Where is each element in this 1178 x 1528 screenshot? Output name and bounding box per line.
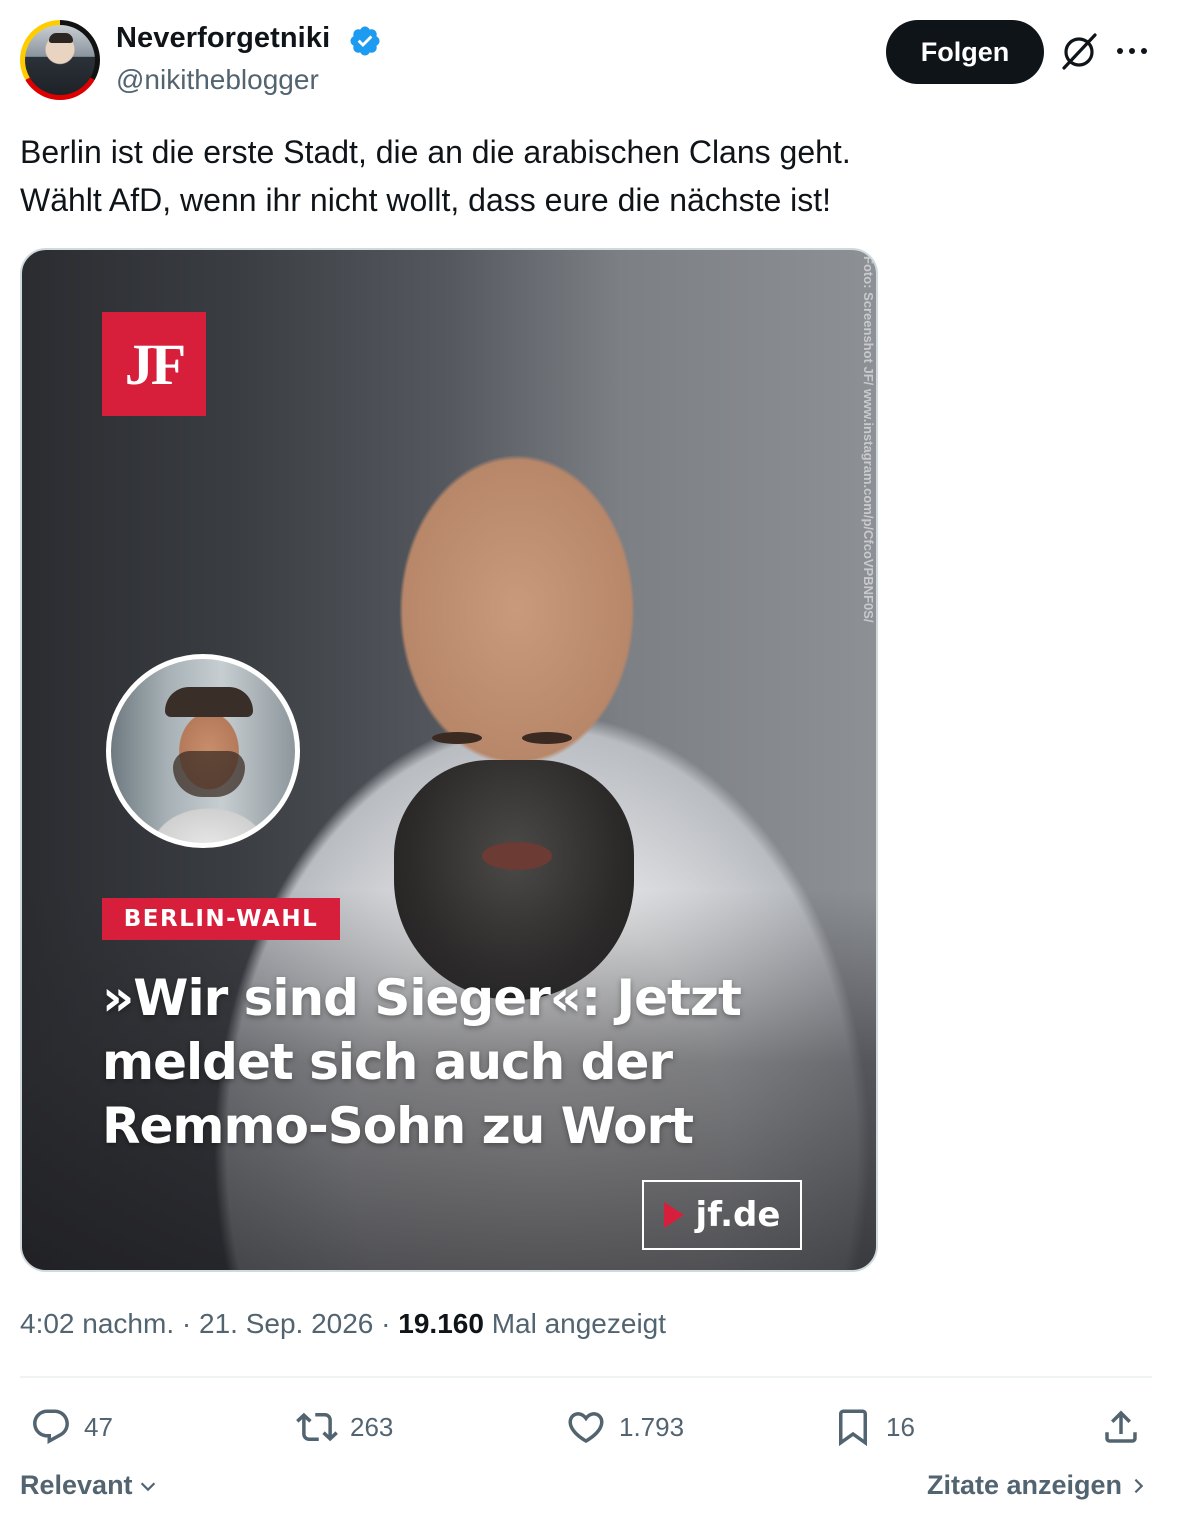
verified-badge-icon[interactable] bbox=[348, 24, 382, 58]
photo-credit-text: Foto: Screenshot JF/ www.instagram.com/p… bbox=[861, 256, 876, 623]
site-label: jf.de bbox=[642, 1180, 802, 1250]
chevron-down-icon bbox=[140, 1481, 155, 1491]
like-button[interactable]: 1.793 bbox=[565, 1402, 684, 1452]
more-options-icon[interactable] bbox=[1112, 36, 1152, 66]
views-label: Mal angezeigt bbox=[491, 1308, 667, 1339]
category-badge: BERLIN-WAHL bbox=[102, 898, 340, 940]
bookmark-count: 16 bbox=[886, 1411, 915, 1442]
heart-icon bbox=[568, 1412, 604, 1444]
repost-icon bbox=[296, 1412, 338, 1442]
site-label-text: jf.de bbox=[695, 1195, 781, 1235]
inset-portrait-hair bbox=[165, 687, 253, 717]
avatar-photo bbox=[25, 25, 95, 95]
media-headline-line: meldet sich auch der bbox=[102, 1033, 673, 1091]
inset-portrait bbox=[106, 654, 300, 848]
like-count: 1.793 bbox=[619, 1411, 685, 1442]
tweet-media-image[interactable]: JF BERLIN-WAHL »Wir sind Sieger«: Jetzt … bbox=[20, 248, 878, 1272]
chevron-right-icon bbox=[1134, 1478, 1144, 1493]
bookmark-button[interactable]: 16 bbox=[832, 1402, 915, 1452]
repost-count: 263 bbox=[350, 1411, 394, 1442]
reply-count: 47 bbox=[84, 1411, 113, 1442]
reply-icon bbox=[33, 1409, 69, 1444]
view-quotes-link[interactable]: Zitate anzeigen bbox=[927, 1470, 1148, 1501]
meta-separator: · bbox=[181, 1308, 199, 1339]
tweet-time[interactable]: 4:02 nachm. bbox=[20, 1308, 174, 1339]
meta-separator: · bbox=[381, 1308, 399, 1339]
divider bbox=[20, 1376, 1152, 1378]
tweet-text-line: Wählt AfD, wenn ihr nicht wollt, dass eu… bbox=[20, 182, 832, 218]
author-display-name[interactable]: Neverforgetniki bbox=[116, 22, 330, 55]
media-headline-line: »Wir sind Sieger«: Jetzt bbox=[102, 969, 742, 1027]
bookmark-icon bbox=[839, 1409, 867, 1447]
quotes-label: Zitate anzeigen bbox=[926, 1470, 1122, 1500]
views-count: 19.160 bbox=[398, 1308, 484, 1339]
tweet-text: Berlin ist die erste Stadt, die an die a… bbox=[20, 128, 1150, 224]
photo-subject-eye bbox=[522, 732, 572, 744]
author-handle[interactable]: @nikitheblogger bbox=[116, 64, 319, 96]
tweet-date[interactable]: 21. Sep. 2026 bbox=[199, 1308, 373, 1339]
tweet-meta: 4:02 nachm. · 21. Sep. 2026 · 19.160 Mal… bbox=[20, 1308, 666, 1340]
play-icon bbox=[663, 1202, 684, 1228]
avatar-hair bbox=[49, 33, 73, 43]
sort-dropdown[interactable]: Relevant bbox=[20, 1470, 159, 1501]
share-button[interactable] bbox=[1100, 1402, 1142, 1452]
inset-portrait-beard bbox=[173, 751, 245, 797]
grok-icon[interactable] bbox=[1058, 30, 1100, 72]
reply-button[interactable]: 47 bbox=[30, 1402, 113, 1452]
avatar[interactable] bbox=[20, 20, 100, 100]
follow-button[interactable]: Folgen bbox=[886, 20, 1044, 84]
media-headline: »Wir sind Sieger«: Jetzt meldet sich auc… bbox=[102, 966, 802, 1158]
photo-credit: Foto: Screenshot JF/ www.instagram.com/p… bbox=[861, 256, 876, 676]
media-headline-line: Remmo-Sohn zu Wort bbox=[102, 1097, 694, 1155]
photo-subject-mouth bbox=[482, 842, 552, 870]
tweet-text-line: Berlin ist die erste Stadt, die an die a… bbox=[20, 134, 851, 170]
repost-button[interactable]: 263 bbox=[296, 1402, 393, 1452]
jf-logo: JF bbox=[102, 312, 206, 416]
sort-label: Relevant bbox=[20, 1470, 133, 1500]
share-icon bbox=[1105, 1410, 1137, 1443]
photo-subject-eye bbox=[432, 732, 482, 744]
